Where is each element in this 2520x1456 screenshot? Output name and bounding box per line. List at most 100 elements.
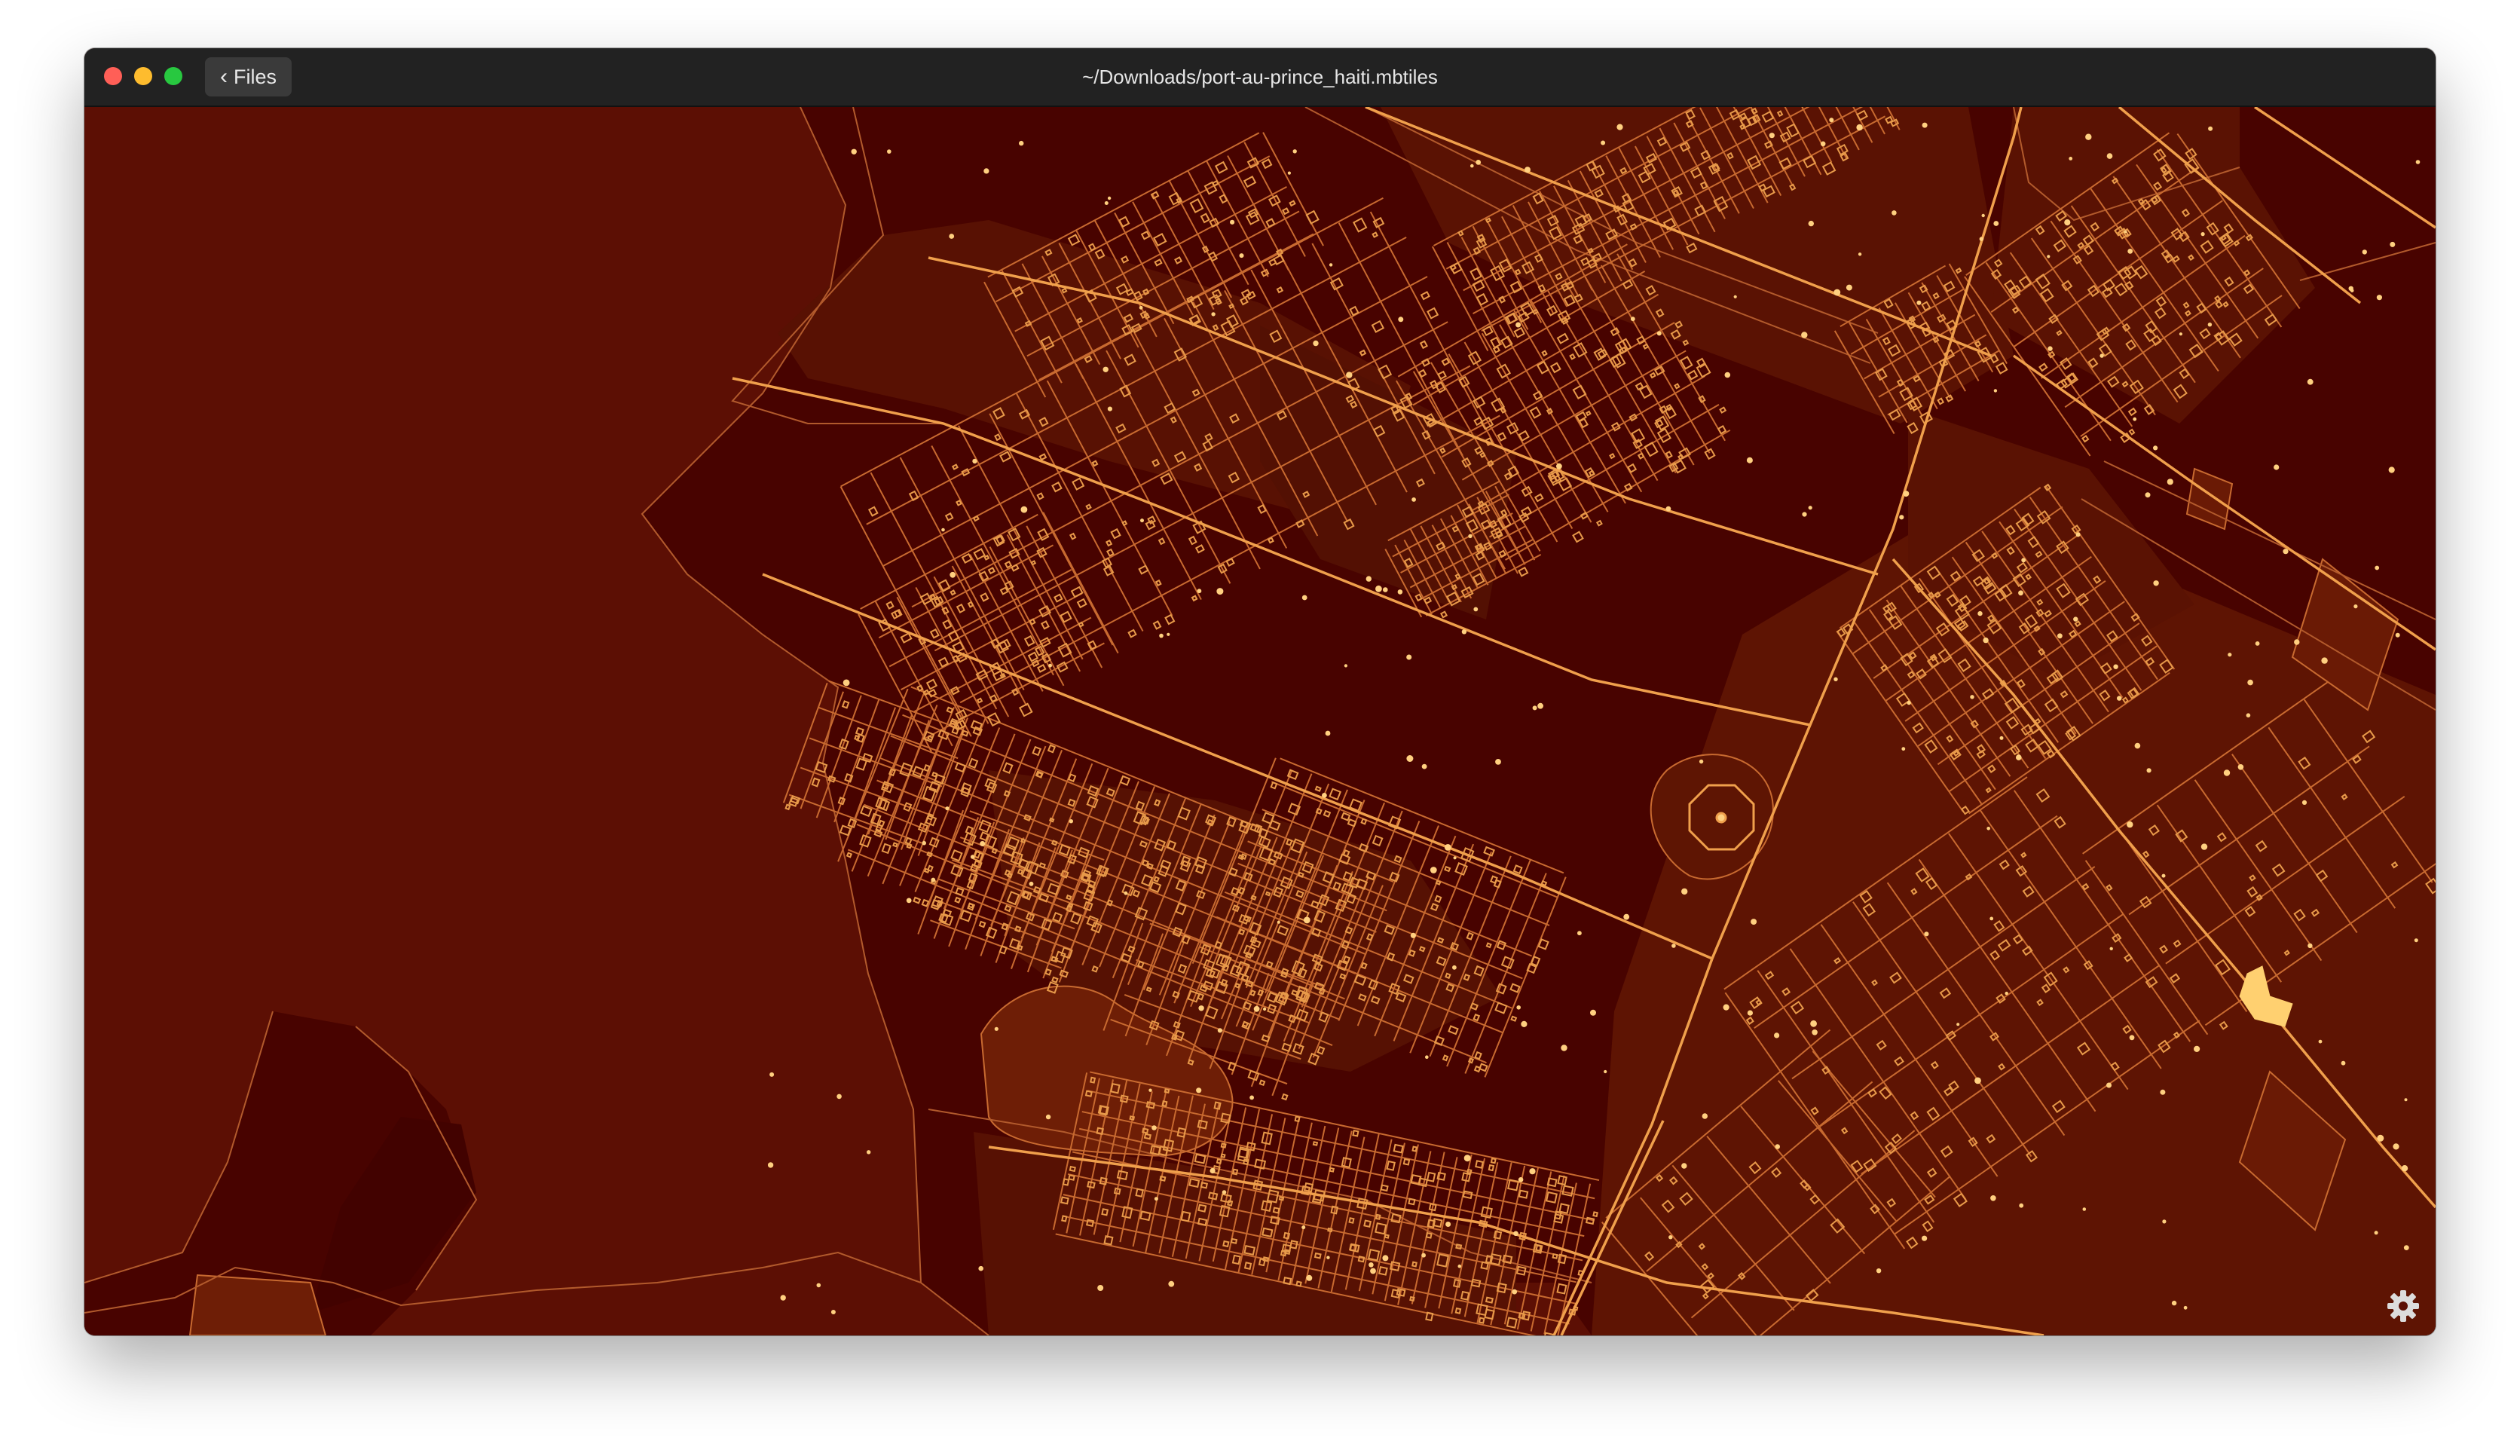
poi-dot (1702, 1113, 1708, 1119)
poi-dot (2183, 1305, 2188, 1310)
poi-dot (1916, 300, 1922, 305)
poi-dot (2057, 633, 2063, 639)
poi-dot (2099, 353, 2104, 358)
poi-dot (2246, 713, 2251, 717)
poi-dot (867, 1150, 871, 1155)
poi-dot (1139, 305, 1143, 310)
poi-dot (816, 1283, 821, 1288)
poi-dot (2073, 616, 2078, 622)
poi-dot (1623, 913, 1630, 920)
poi-dot (931, 877, 936, 882)
poi-dot (1097, 1285, 1104, 1291)
poi-dot (2016, 754, 2022, 760)
poi-dot (1561, 1045, 1567, 1051)
poi-dot (1668, 1235, 1673, 1240)
poi-dot (769, 1072, 775, 1077)
poi-dot (1303, 916, 1310, 924)
poi-dot (1858, 252, 1862, 256)
poi-dot (1983, 637, 1989, 644)
poi-dot (2106, 153, 2113, 159)
poi-dot (1167, 632, 1170, 636)
poi-dot (1681, 1163, 1687, 1169)
poi-dot (1346, 372, 1353, 378)
poi-dot (1820, 141, 1826, 147)
poi-dot (1833, 677, 1838, 681)
poi-dot (1846, 284, 1852, 291)
poi-dot (980, 841, 986, 846)
poi-dot (970, 855, 975, 859)
poi-dot (1903, 491, 1910, 497)
poi-dot (2019, 1203, 2024, 1208)
poi-dot (2318, 1039, 2323, 1044)
poi-dot (2307, 378, 2314, 385)
poi-dot (2162, 1219, 2167, 1224)
poi-dot (2390, 241, 2396, 247)
poi-dot (1829, 118, 1834, 123)
poi-dot (1287, 171, 1291, 175)
poi-dot (1159, 633, 1164, 638)
poi-dot (2129, 1035, 2135, 1041)
gear-icon[interactable] (2384, 1287, 2422, 1325)
poi-dot (1239, 253, 1244, 258)
poi-dot (1577, 931, 1582, 936)
poi-dot (843, 679, 850, 687)
poi-dot (2018, 590, 2023, 596)
poi-dot (1999, 736, 2004, 740)
poi-dot (1518, 1177, 1524, 1182)
poi-dot (922, 840, 926, 846)
poi-dot (1529, 1168, 1536, 1175)
poi-dot (1216, 588, 1224, 595)
poi-dot (1495, 759, 1501, 765)
poi-dot (1986, 827, 1990, 830)
poi-dot (1196, 1087, 1202, 1094)
poi-dot (1746, 457, 1753, 463)
poi-dot (1444, 844, 1451, 851)
poi-dot (1681, 888, 1688, 895)
poi-dot (2283, 549, 2289, 555)
poi-dot (1461, 629, 1467, 635)
poi-dot (1590, 1009, 1596, 1016)
poi-dot (1833, 289, 1841, 296)
poi-dot (1516, 1005, 1521, 1010)
map-canvas[interactable] (84, 107, 2436, 1335)
poi-dot (1801, 332, 1808, 338)
poi-dot (2161, 873, 2166, 878)
poi-dot (1301, 595, 1307, 601)
poi-dot (2117, 696, 2122, 701)
poi-dot (1774, 1032, 1780, 1038)
poi-dot (2146, 768, 2151, 773)
poi-dot (2134, 742, 2141, 749)
poi-dot (1375, 585, 1382, 592)
poi-dot (2341, 1060, 2346, 1066)
poi-dot (1724, 372, 1731, 378)
poi-dot (1521, 1020, 1528, 1027)
poi-dot (2133, 417, 2137, 421)
poi-dot (2395, 632, 2400, 638)
poi-dot (2153, 580, 2159, 586)
poi-dot (1211, 312, 1216, 317)
poi-dot (1899, 515, 1904, 520)
poi-dot (1421, 1253, 1426, 1258)
poi-dot (1956, 1023, 1960, 1026)
poi-dot (1922, 122, 1928, 128)
poi-dot (2113, 664, 2118, 669)
poi-dot (2005, 991, 2008, 996)
poi-dot (1665, 506, 1671, 512)
poi-dot (994, 1026, 999, 1031)
poi-dot (1993, 389, 1998, 393)
poi-dot (2404, 1098, 2408, 1102)
poi-dot (1425, 1055, 1429, 1059)
poi-dot (1470, 164, 1474, 168)
poi-dot (1383, 587, 1388, 592)
poi-dot (2109, 947, 2113, 951)
poi-dot (1069, 819, 1074, 824)
poi-dot (1476, 160, 1482, 165)
poi-dot (2200, 232, 2205, 237)
poi-dot (1775, 1144, 1780, 1149)
poi-dot (1453, 856, 1457, 860)
poi-dot (1808, 220, 1814, 227)
poi-dot (2401, 1165, 2408, 1172)
poi-dot (2064, 219, 2071, 226)
poi-dot (851, 148, 857, 154)
poi-dot (1473, 607, 1479, 612)
